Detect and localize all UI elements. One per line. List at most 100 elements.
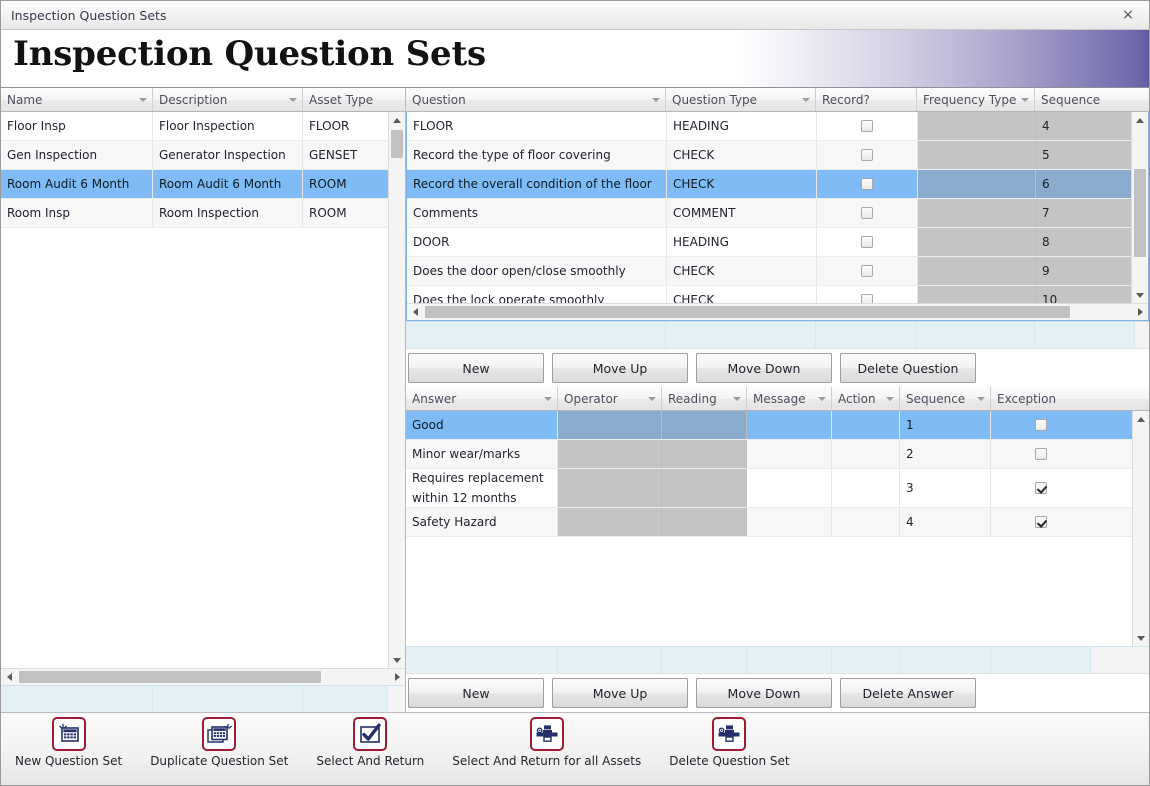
answers-col-exception[interactable]: Exception: [991, 387, 1091, 410]
scroll-right-icon[interactable]: [1132, 304, 1148, 320]
question-new-button[interactable]: New: [408, 353, 544, 383]
question-move-down-button[interactable]: Move Down: [696, 353, 832, 383]
question-set-row[interactable]: Gen Inspection Generator Inspection GENSET: [1, 141, 405, 170]
question-row[interactable]: DOOR HEADING 8: [407, 228, 1148, 257]
duplicate-question-set-icon[interactable]: [202, 717, 237, 751]
answer-row[interactable]: Requires replacement within 12 months 3: [406, 469, 1149, 508]
question-cell-record[interactable]: [817, 199, 918, 227]
select-and-return-icon[interactable]: [353, 717, 388, 751]
answer-row[interactable]: Safety Hazard 4: [406, 508, 1149, 537]
checkbox-unchecked-icon[interactable]: [861, 178, 873, 190]
answer-cell-exception[interactable]: [991, 440, 1091, 468]
checkbox-unchecked-icon[interactable]: [861, 207, 873, 219]
questions-col-question-type[interactable]: Question Type: [666, 88, 816, 111]
question-row[interactable]: Does the lock operate smoothly CHECK 10: [407, 286, 1148, 303]
scroll-up-icon[interactable]: [1132, 112, 1148, 128]
answer-delete-button[interactable]: Delete Answer: [840, 678, 976, 708]
chevron-down-icon[interactable]: [652, 97, 660, 102]
questions-col-question[interactable]: Question: [406, 88, 666, 111]
chevron-down-icon[interactable]: [139, 97, 147, 102]
answers-col-answer[interactable]: Answer: [406, 387, 558, 410]
answer-row[interactable]: Minor wear/marks 2: [406, 440, 1149, 469]
answer-move-down-button[interactable]: Move Down: [696, 678, 832, 708]
checkbox-unchecked-icon[interactable]: [861, 294, 873, 303]
question-row[interactable]: Record the overall condition of the floo…: [407, 170, 1148, 199]
answer-cell-exception[interactable]: [991, 469, 1091, 507]
chevron-down-icon[interactable]: [733, 396, 741, 401]
checkbox-unchecked-icon[interactable]: [861, 265, 873, 277]
question-cell-record[interactable]: [817, 141, 918, 169]
hscroll-thumb[interactable]: [19, 671, 321, 683]
question-set-row[interactable]: Room Audit 6 Month Room Audit 6 Month ROOM: [1, 170, 405, 199]
chevron-down-icon[interactable]: [977, 396, 985, 401]
toolbar-item-duplicate-question-set[interactable]: Duplicate Question Set: [136, 717, 302, 768]
scroll-down-icon[interactable]: [389, 652, 405, 668]
checkbox-unchecked-icon[interactable]: [861, 149, 873, 161]
toolbar-item-new-question-set[interactable]: New Question Set: [1, 717, 136, 768]
answers-col-sequence[interactable]: Sequence: [900, 387, 991, 410]
question-sets-col-asset-type[interactable]: Asset Type: [303, 88, 405, 111]
answer-cell-exception[interactable]: [991, 508, 1091, 536]
toolbar-item-delete-question-set[interactable]: Delete Question Set: [655, 717, 803, 768]
questions-hscrollbar[interactable]: [407, 303, 1148, 320]
answers-col-reading[interactable]: Reading: [662, 387, 747, 410]
question-row[interactable]: Record the type of floor covering CHECK 5: [407, 141, 1148, 170]
question-row[interactable]: Does the door open/close smoothly CHECK 9: [407, 257, 1148, 286]
chevron-down-icon[interactable]: [1021, 97, 1029, 102]
checkbox-unchecked-icon[interactable]: [861, 236, 873, 248]
answer-move-up-button[interactable]: Move Up: [552, 678, 688, 708]
answers-col-message[interactable]: Message: [747, 387, 832, 410]
question-move-up-button[interactable]: Move Up: [552, 353, 688, 383]
checkbox-unchecked-icon[interactable]: [861, 120, 873, 132]
scroll-down-icon[interactable]: [1132, 287, 1148, 303]
answer-row[interactable]: Good 1: [406, 411, 1149, 440]
chevron-down-icon[interactable]: [544, 396, 552, 401]
vscroll-thumb[interactable]: [391, 130, 403, 158]
chevron-down-icon[interactable]: [648, 396, 656, 401]
chevron-down-icon[interactable]: [818, 396, 826, 401]
hscroll-thumb[interactable]: [425, 306, 1070, 318]
close-icon[interactable]: ×: [1113, 1, 1143, 29]
question-set-row[interactable]: Room Insp Room Inspection ROOM: [1, 199, 405, 228]
question-row[interactable]: Comments COMMENT 7: [407, 199, 1148, 228]
question-cell-record[interactable]: [817, 228, 918, 256]
scroll-left-icon[interactable]: [407, 304, 423, 320]
answers-vscrollbar[interactable]: [1132, 411, 1149, 646]
question-cell-record[interactable]: [817, 286, 918, 303]
questions-col-sequence[interactable]: Sequence: [1035, 88, 1135, 111]
new-question-set-icon[interactable]: [51, 717, 86, 751]
question-row[interactable]: FLOOR HEADING 4: [407, 112, 1148, 141]
checkbox-unchecked-icon[interactable]: [1035, 419, 1047, 431]
question-cell-record[interactable]: [817, 257, 918, 285]
questions-vscrollbar[interactable]: [1131, 112, 1148, 303]
scroll-up-icon[interactable]: [389, 112, 405, 128]
delete-question-set-icon[interactable]: [712, 717, 747, 751]
chevron-down-icon[interactable]: [802, 97, 810, 102]
scroll-right-icon[interactable]: [389, 669, 405, 685]
question-sets-col-name[interactable]: Name: [1, 88, 153, 111]
answers-col-action[interactable]: Action: [832, 387, 900, 410]
question-cell-record[interactable]: [817, 170, 918, 198]
checkbox-checked-icon[interactable]: [1035, 516, 1047, 528]
checkbox-checked-icon[interactable]: [1035, 482, 1047, 494]
chevron-down-icon[interactable]: [886, 396, 894, 401]
answer-cell-exception[interactable]: [991, 411, 1091, 439]
question-cell-record[interactable]: [817, 112, 918, 140]
toolbar-item-select-and-return-for-all-assets[interactable]: Select And Return for all Assets: [438, 717, 655, 768]
toolbar-item-select-and-return[interactable]: Select And Return: [302, 717, 438, 768]
answers-col-operator[interactable]: Operator: [558, 387, 662, 410]
scroll-up-icon[interactable]: [1133, 411, 1149, 427]
question-sets-col-description[interactable]: Description: [153, 88, 303, 111]
chevron-down-icon[interactable]: [289, 97, 297, 102]
vscroll-thumb[interactable]: [1134, 169, 1146, 257]
question-sets-hscrollbar[interactable]: [1, 668, 405, 685]
select-and-return-all-assets-icon[interactable]: [529, 717, 564, 751]
scroll-left-icon[interactable]: [1, 669, 17, 685]
question-sets-vscrollbar[interactable]: [388, 112, 405, 668]
questions-col-frequency-type[interactable]: Frequency Type: [917, 88, 1035, 111]
questions-col-record[interactable]: Record?: [816, 88, 917, 111]
question-set-row[interactable]: Floor Insp Floor Inspection FLOOR: [1, 112, 405, 141]
scroll-down-icon[interactable]: [1133, 630, 1149, 646]
answer-new-button[interactable]: New: [408, 678, 544, 708]
checkbox-unchecked-icon[interactable]: [1035, 448, 1047, 460]
